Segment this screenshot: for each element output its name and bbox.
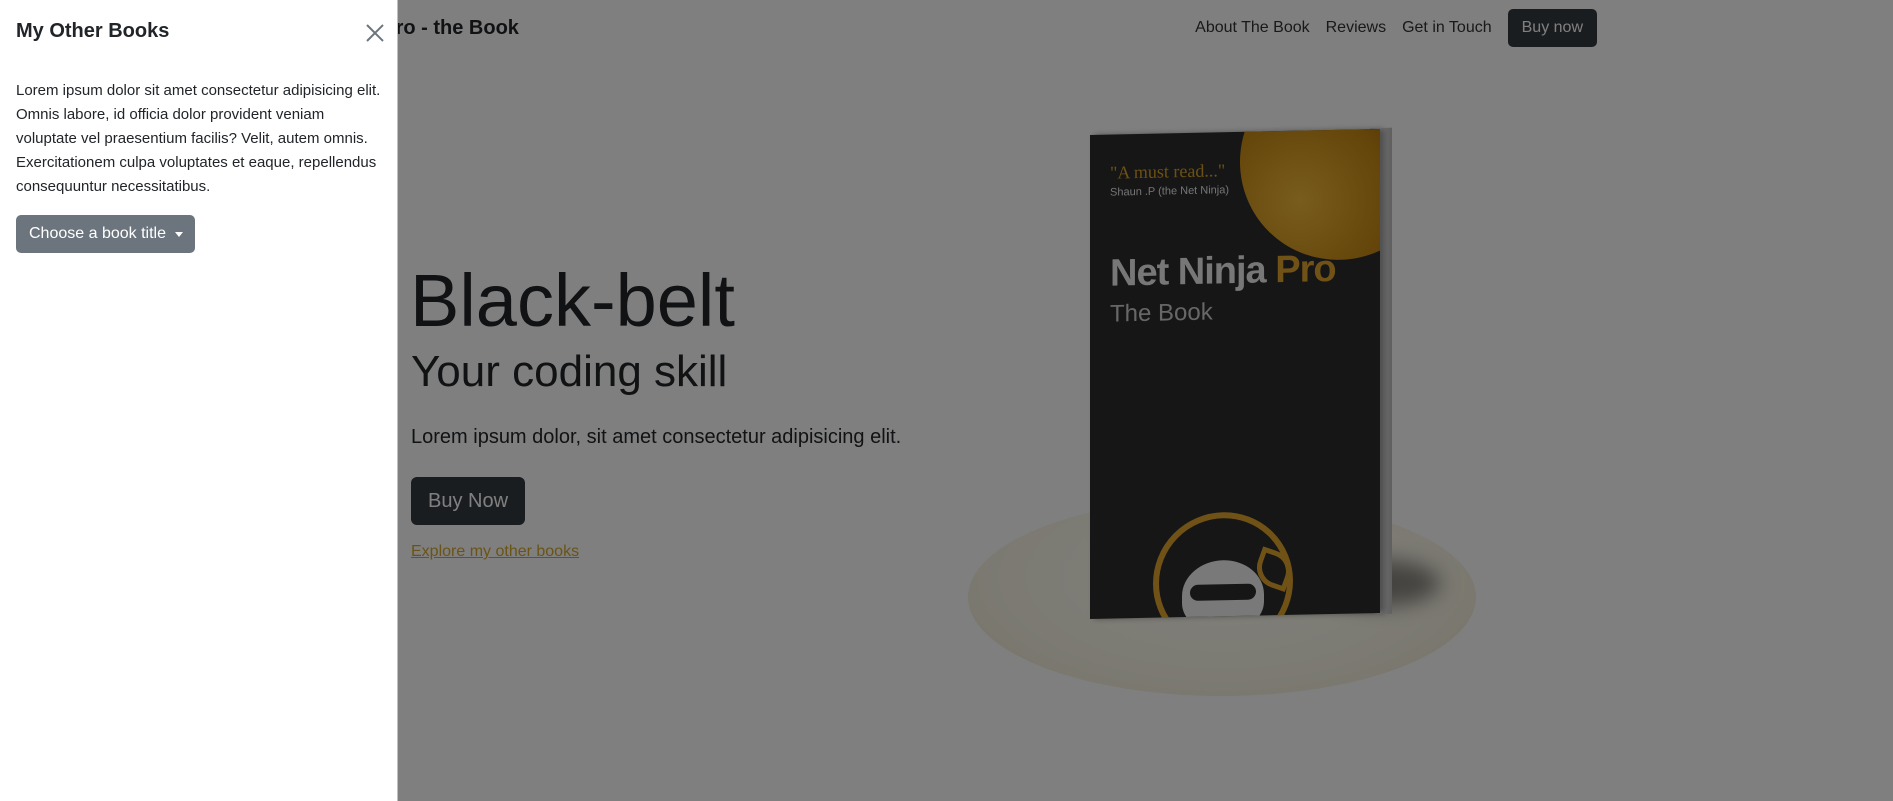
close-icon	[366, 24, 384, 42]
chevron-down-icon	[174, 231, 183, 237]
offcanvas-close-button[interactable]	[362, 20, 388, 46]
dropdown-label: Choose a book title	[29, 225, 166, 242]
book-title-dropdown[interactable]: Choose a book title	[16, 215, 195, 253]
offcanvas-panel: My Other Books Lorem ipsum dolor sit ame…	[0, 0, 398, 801]
offcanvas-title: My Other Books	[16, 20, 170, 42]
offcanvas-body-text: Lorem ipsum dolor sit amet consectetur a…	[16, 82, 381, 195]
